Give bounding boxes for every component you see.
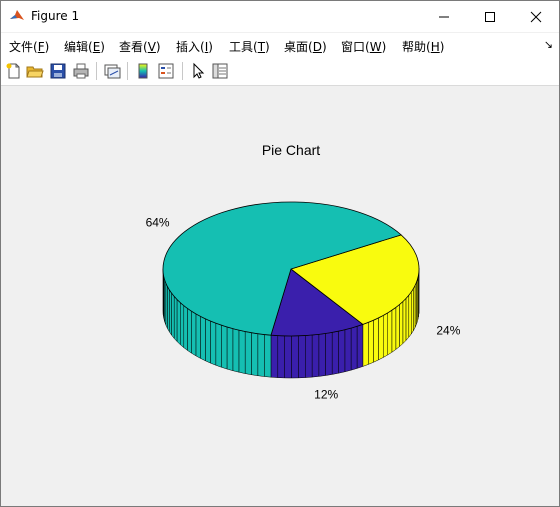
chart-title: Pie Chart (262, 142, 320, 158)
pie-side-segment (305, 334, 313, 378)
maximize-icon (485, 11, 495, 22)
pie-side-segment (277, 335, 285, 379)
pie-side-segment (284, 335, 292, 379)
pie-side-segment (232, 328, 240, 373)
pie-side-segment (399, 300, 404, 348)
menu-tools[interactable]: 工具(T) (229, 38, 270, 55)
pointer-icon[interactable] (189, 62, 207, 80)
pie-side-segment (244, 331, 252, 376)
window-title: Figure 1 (31, 9, 80, 23)
menu-insert[interactable]: 插入(I) (176, 38, 213, 55)
pie-side-segment (173, 295, 178, 343)
pie-side-segment (318, 333, 326, 377)
pie-slice-label: 12% (314, 387, 338, 401)
minimize-button[interactable] (421, 1, 467, 32)
pie-side-segment (167, 285, 170, 333)
open-folder-icon[interactable] (26, 62, 44, 80)
matlab-logo-icon (9, 8, 25, 24)
pie-side-segment (195, 313, 201, 359)
link-plot-icon[interactable] (103, 62, 121, 80)
toolbar-separator (96, 62, 97, 80)
property-inspector-icon[interactable] (211, 62, 229, 80)
pie-side-segment (191, 310, 197, 357)
pie-side-segment (210, 320, 217, 366)
pie-slice-label: 24% (436, 323, 460, 337)
pie-side-segment (325, 332, 333, 376)
pie-side-segment (344, 327, 352, 373)
pie-side-segment (183, 305, 188, 351)
pie-side-segment (331, 330, 339, 375)
menu-view[interactable]: 查看(V) (119, 38, 161, 55)
pie-side-segment (402, 297, 407, 345)
toolbar (1, 57, 559, 86)
pie-side-segment (176, 298, 181, 346)
pie-side-segment (356, 324, 364, 369)
pie-top (162, 201, 420, 337)
pie-side-segment (408, 291, 412, 338)
pie-side-segment (221, 324, 228, 370)
pie-side-segment (270, 334, 279, 378)
pie-side-segment (205, 318, 211, 364)
close-icon (530, 11, 542, 22)
menu-overflow-icon[interactable]: ↘ (544, 38, 553, 51)
toolbar-separator (127, 62, 128, 80)
pie-side-segment (238, 329, 246, 374)
insert-legend-icon[interactable] (157, 62, 175, 80)
menu-bar: 文件(F) 编辑(E) 查看(V) 插入(I) 工具(T) 桌面(D) 窗口(W… (1, 33, 559, 57)
pie-side-segment (311, 334, 320, 378)
menu-desktop[interactable]: 桌面(D) (284, 38, 327, 55)
minimize-icon (439, 16, 449, 17)
figure-canvas: Pie Chart 12% 24% 64% (1, 86, 559, 506)
pie-side-segment (226, 326, 234, 372)
pie-side-segment (264, 334, 272, 378)
pie-side-segment (187, 308, 192, 354)
pie-side-segment (215, 322, 222, 368)
pie-side-segment (362, 322, 369, 367)
pie-side-segment (391, 306, 397, 353)
maximize-button[interactable] (467, 1, 513, 32)
pie-side-segment (257, 333, 265, 377)
pie-side-segment (298, 335, 306, 379)
pie-side-segment (180, 302, 185, 349)
new-file-icon[interactable] (5, 62, 23, 80)
pie-side-segment (368, 319, 374, 365)
menu-help[interactable]: 帮助(H) (402, 38, 444, 55)
close-button[interactable] (513, 1, 559, 32)
menu-window[interactable]: 窗口(W) (341, 38, 386, 55)
pie-side-segment (169, 289, 172, 336)
toolbar-separator (182, 62, 183, 80)
pie-side-segment (413, 285, 416, 331)
pie-chart[interactable]: Pie Chart 12% 24% 64% (1, 86, 559, 506)
pie-side-segment (387, 309, 393, 356)
pie-side-segment (378, 315, 384, 361)
pie-side-segment (200, 316, 206, 362)
pie-side-segment (251, 332, 259, 377)
insert-colorbar-icon[interactable] (134, 62, 152, 80)
pie-side-segment (171, 292, 175, 340)
pie-slice-label: 64% (146, 216, 170, 230)
menu-edit[interactable]: 编辑(E) (64, 38, 105, 55)
pie-side-segment (291, 335, 299, 379)
save-icon[interactable] (49, 62, 67, 80)
menu-file[interactable]: 文件(F) (9, 38, 49, 55)
pie-side-segment (373, 317, 379, 363)
title-bar: Figure 1 (1, 1, 559, 32)
figure-window: Figure 1 文件(F) 编辑(E) 查看(V) 插入(I) 工具(T) 桌… (0, 0, 560, 507)
pie-side-segment (350, 326, 358, 371)
pie-side-segment (383, 312, 388, 358)
pie-side-segment (395, 303, 400, 350)
print-icon[interactable] (72, 62, 90, 80)
pie-side-segment (410, 287, 414, 335)
pie-side-segment (405, 294, 410, 342)
pie-side-segment (338, 329, 346, 374)
